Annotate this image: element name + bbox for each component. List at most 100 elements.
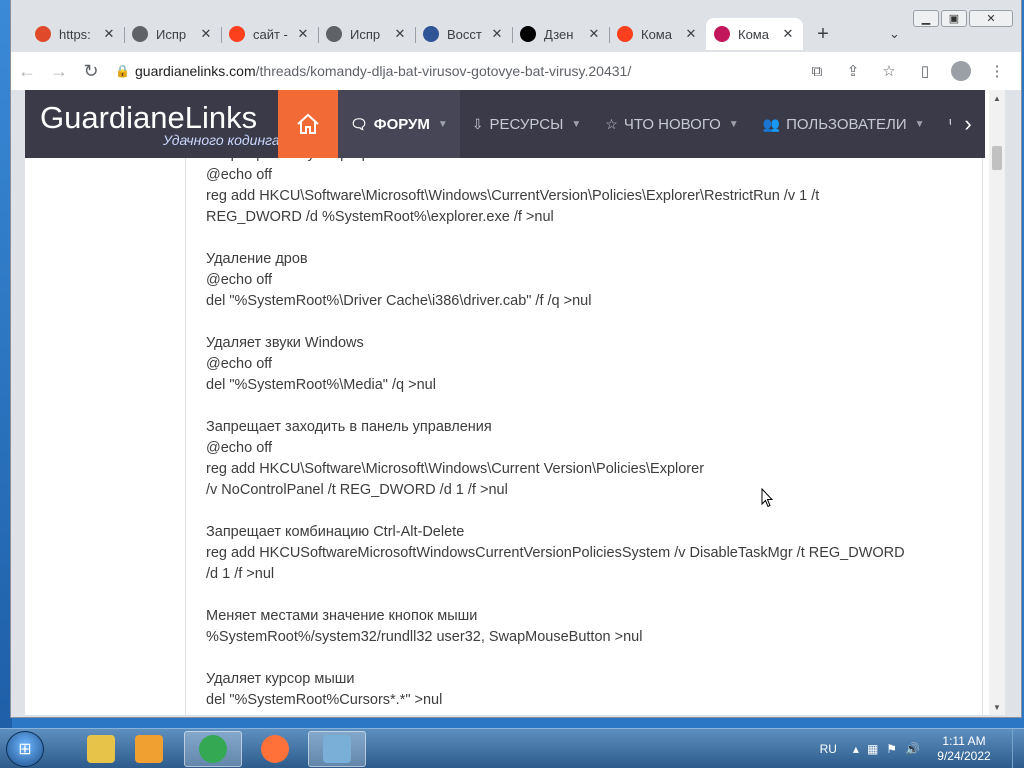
- command-line: del "%SystemRoot%\Driver Cache\i386\driv…: [206, 293, 592, 309]
- taskbar-app[interactable]: [246, 731, 304, 767]
- network-icon[interactable]: ▦: [867, 742, 878, 756]
- browser-tab[interactable]: Восст ✕: [415, 18, 512, 50]
- command-block: Удаляет звуки Windows @echo off del "%Syst…: [206, 333, 966, 396]
- tab-close-icon[interactable]: ✕: [587, 26, 601, 42]
- reload-button[interactable]: ↻: [75, 55, 107, 87]
- browser-tab[interactable]: сайт - ✕: [221, 18, 318, 50]
- site-logo[interactable]: GuardianeLinks Удачного кодинга: [25, 90, 280, 158]
- nav-item[interactable]: ⇩ РЕСУРСЫ ▼: [460, 90, 593, 158]
- download-icon: ⇩: [471, 115, 484, 132]
- clock-time: 1:11 AM: [942, 734, 986, 748]
- action-center-icon[interactable]: ⚑: [886, 742, 897, 756]
- scroll-up-arrow-icon[interactable]: ▲: [989, 90, 1005, 106]
- chevron-down-icon[interactable]: ▼: [915, 119, 925, 130]
- tab-close-icon[interactable]: ✕: [781, 26, 795, 42]
- tabs: https: ✕ Испр ✕ сайт - ✕ Испр ✕ Восст ✕ Дзен ✕ Кома ✕…: [27, 18, 839, 52]
- tab-close-icon[interactable]: ✕: [684, 26, 698, 42]
- yandex-icon: [617, 26, 633, 42]
- tab-search-icon[interactable]: ⌄: [889, 26, 900, 42]
- nav-item[interactable]: 🗨 ФОРУМ ▼: [338, 90, 460, 158]
- command-title: Запрещает комбинацию Ctrl-Alt-Delete: [206, 524, 465, 540]
- maximize-button[interactable]: ▣: [941, 10, 967, 27]
- logo-tagline: Удачного кодинга: [163, 132, 280, 148]
- browser-tab[interactable]: Кома ✕: [706, 18, 803, 50]
- zen-icon: [520, 26, 536, 42]
- chevron-down-icon[interactable]: ▼: [438, 119, 448, 130]
- tray-expand-icon[interactable]: ▴: [853, 742, 859, 756]
- tab-close-icon[interactable]: ✕: [490, 26, 504, 42]
- home-icon: [297, 113, 319, 134]
- nav-item[interactable]: 👥 ПОЛЬЗОВАТЕЛИ ▼: [751, 90, 937, 158]
- nav-item-label: ФОРУМ: [373, 115, 430, 133]
- browser-tab[interactable]: Испр ✕: [318, 18, 415, 50]
- browser-tab[interactable]: Кома ✕: [609, 18, 706, 50]
- profile-button[interactable]: [945, 55, 977, 87]
- command-block: Запрещает комбинацию Ctrl-Alt-Delete reg …: [206, 522, 966, 585]
- browser-tab[interactable]: Дзен ✕: [512, 18, 609, 50]
- nav-item-label: ЧТО НОВОГО: [623, 115, 721, 133]
- address-bar[interactable]: 🔒 guardianelinks.com/threads/komandy-dlj…: [115, 56, 785, 86]
- page-scrollbar[interactable]: ▲ ▼: [989, 90, 1005, 715]
- nav-item-label: РЕСУРСЫ: [489, 115, 564, 133]
- tab-title: Кома: [641, 26, 672, 42]
- taskbar-app[interactable]: [308, 731, 366, 767]
- taskbar-app[interactable]: [184, 731, 242, 767]
- chevron-down-icon[interactable]: ▼: [729, 119, 739, 130]
- command-line: @echo off: [206, 167, 273, 183]
- command-line: REG_DWORD /d %SystemRoot%\explorer.exe /…: [206, 209, 554, 225]
- explorer-icon: [87, 735, 115, 763]
- new-tab-plus-icon[interactable]: +: [807, 18, 839, 50]
- tab-close-icon[interactable]: ✕: [102, 26, 116, 42]
- home-button[interactable]: [278, 90, 338, 158]
- tab-title: Восст: [447, 26, 482, 42]
- scroll-down-arrow-icon[interactable]: ▼: [989, 699, 1005, 715]
- command-title: Удаляет курсор мыши: [206, 671, 355, 687]
- yandex-icon: [229, 26, 245, 42]
- chevron-down-icon[interactable]: ▼: [571, 119, 581, 130]
- nav-scroll-right-icon[interactable]: ›: [951, 90, 985, 158]
- translate-icon[interactable]: ⧉: [801, 55, 833, 87]
- volume-icon[interactable]: 🔊: [905, 742, 920, 756]
- scrollbar-thumb[interactable]: [992, 146, 1002, 170]
- close-window-button[interactable]: ✕: [969, 10, 1013, 27]
- users-icon: 👥: [762, 115, 781, 132]
- tab-title: Испр: [156, 26, 187, 42]
- globe-icon: [326, 26, 342, 42]
- clock[interactable]: 1:11 AM 9/24/2022: [928, 734, 1000, 764]
- command-line: %SystemRoot%/system32/rundll32 user32, S…: [206, 629, 643, 645]
- minimize-button[interactable]: ▁: [913, 10, 939, 27]
- share-icon[interactable]: ⇪: [837, 55, 869, 87]
- globe-icon: [132, 26, 148, 42]
- forward-button[interactable]: →: [43, 55, 75, 87]
- command-title: Запрещает заходить в панель управления: [206, 419, 492, 435]
- start-button[interactable]: ⊞: [6, 731, 44, 767]
- back-button[interactable]: ←: [11, 55, 43, 87]
- tab-close-icon[interactable]: ✕: [199, 26, 213, 42]
- tab-title: Испр: [350, 26, 381, 42]
- tab-close-icon[interactable]: ✕: [296, 26, 310, 42]
- address-host: guardianelinks.com: [135, 63, 256, 79]
- command-line: reg add HKCU\Software\Microsoft\Windows\…: [206, 188, 820, 204]
- command-line: /v NoControlPanel /t REG_DWORD /d 1 /f >…: [206, 482, 508, 498]
- command-line: @echo off: [206, 272, 273, 288]
- browser-tab[interactable]: Испр ✕: [124, 18, 221, 50]
- nav-item[interactable]: ☆ ЧТО НОВОГО ▼: [593, 90, 750, 158]
- menu-kebab-icon[interactable]: ⋮: [981, 55, 1013, 87]
- letter-a-icon: [35, 26, 51, 42]
- side-panel-icon[interactable]: ▯: [909, 55, 941, 87]
- bookmark-star-icon[interactable]: ☆: [873, 55, 905, 87]
- show-desktop-button[interactable]: [1012, 729, 1024, 768]
- chrome-icon: [199, 735, 227, 763]
- browser-tab[interactable]: https: ✕: [27, 18, 124, 50]
- document-icon: [423, 26, 439, 42]
- tab-close-icon[interactable]: ✕: [393, 26, 407, 42]
- tab-title: https:: [59, 26, 91, 42]
- tab-title: сайт -: [253, 26, 288, 42]
- taskbar-app[interactable]: [120, 731, 178, 767]
- command-line: /d 1 /f >nul: [206, 566, 275, 582]
- command-block: Удаление дров @echo off del "%SystemRoot%\…: [206, 249, 966, 312]
- system-tray: RU ▴ ▦ ⚑ 🔊 1:11 AM 9/24/2022: [820, 729, 1024, 768]
- mouse-pointer-icon: [761, 488, 773, 508]
- address-path: /threads/komandy-dlja-bat-virusov-gotovy…: [255, 63, 632, 79]
- language-indicator[interactable]: RU: [820, 742, 837, 756]
